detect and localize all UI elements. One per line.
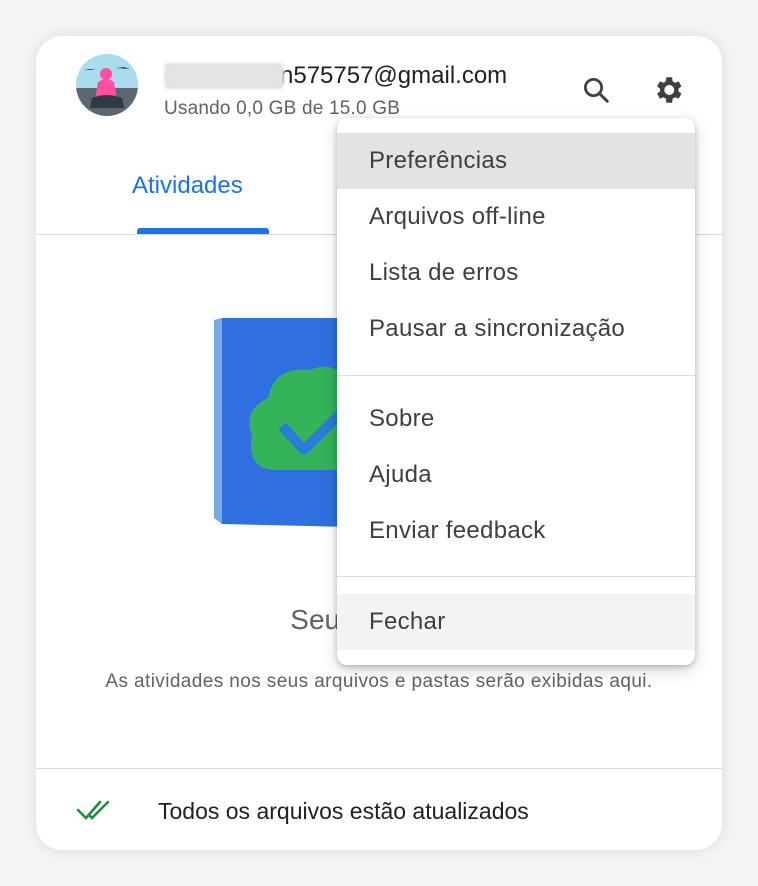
- menu-divider: [337, 576, 695, 577]
- gear-icon: [657, 77, 682, 103]
- sync-status-text: Todos os arquivos estão atualizados: [158, 798, 529, 824]
- empty-state-description: As atividades nos seus arquivos e pastas…: [105, 671, 653, 692]
- menu-item-pausar-sincronizacao[interactable]: Pausar a sincronização: [337, 301, 695, 357]
- search-button[interactable]: [578, 72, 614, 108]
- menu-item-preferencias[interactable]: Preferências: [337, 133, 695, 189]
- double-check-icon: [76, 800, 110, 820]
- search-icon: [584, 78, 609, 103]
- avatar[interactable]: [76, 54, 138, 116]
- tab-atividades[interactable]: Atividades: [132, 172, 243, 200]
- status-divider: [36, 768, 722, 769]
- settings-menu: Preferências Arquivos off-line Lista de …: [337, 118, 695, 665]
- menu-item-fechar[interactable]: Fechar: [337, 594, 695, 650]
- menu-item-sobre[interactable]: Sobre: [337, 391, 695, 447]
- storage-usage: Usando 0,0 GB de 15.0 GB: [164, 98, 401, 119]
- menu-item-arquivos-offline[interactable]: Arquivos off-line: [337, 189, 695, 245]
- redacted-region: [164, 63, 284, 89]
- menu-item-lista-de-erros[interactable]: Lista de erros: [337, 245, 695, 301]
- account-email: n575757@gmail.com: [164, 58, 507, 94]
- sync-status: Todos os arquivos estão atualizados: [36, 776, 722, 850]
- menu-item-enviar-feedback[interactable]: Enviar feedback: [337, 503, 695, 559]
- email-text: n575757@gmail.com: [280, 62, 508, 89]
- menu-item-ajuda[interactable]: Ajuda: [337, 447, 695, 503]
- menu-divider: [337, 375, 695, 376]
- settings-button[interactable]: [650, 72, 686, 108]
